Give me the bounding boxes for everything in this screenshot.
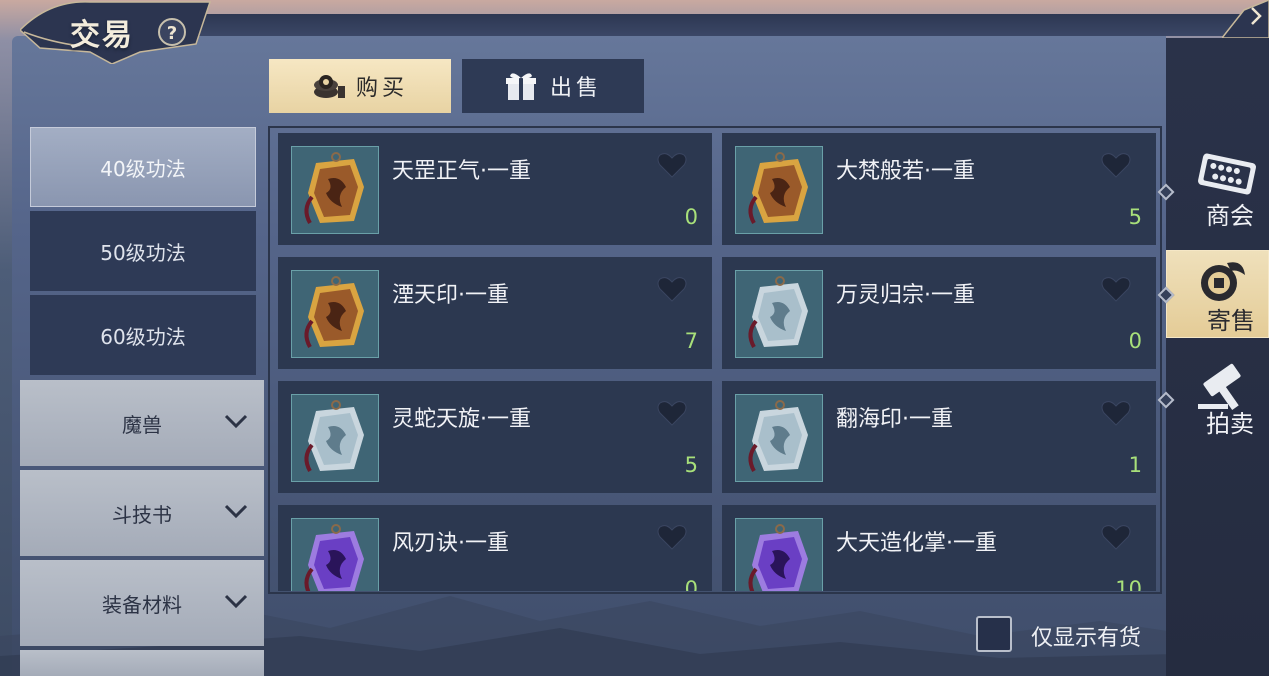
item-thumbnail <box>291 518 379 591</box>
heart-icon[interactable] <box>656 523 688 551</box>
item-card[interactable]: 万灵归宗·一重 0 <box>722 257 1156 369</box>
item-count: 1 <box>1128 453 1142 477</box>
item-card[interactable]: 大梵般若·一重 5 <box>722 133 1156 245</box>
header-bar <box>195 14 1245 36</box>
talisman-icon <box>736 271 822 357</box>
category-group-equipment-materials[interactable]: 装备材料 <box>20 560 264 646</box>
category-level-60[interactable]: 60级功法 <box>30 295 256 375</box>
sidebar-item-merchant-guild[interactable]: 商会 <box>1166 146 1269 234</box>
item-count: 0 <box>1128 329 1142 353</box>
item-thumbnail <box>735 518 823 591</box>
category-label: 40级功法 <box>100 156 186 181</box>
coins-icon <box>313 75 345 98</box>
category-group-partial[interactable] <box>20 650 264 676</box>
chevron-down-icon <box>224 594 248 609</box>
item-thumbnail <box>291 146 379 234</box>
heart-icon[interactable] <box>656 399 688 427</box>
category-group-monsters[interactable]: 魔兽 <box>20 380 264 466</box>
category-level-50[interactable]: 50级功法 <box>30 211 256 291</box>
heart-icon[interactable] <box>1100 399 1132 427</box>
item-name: 翻海印·一重 <box>836 407 953 432</box>
talisman-icon <box>736 147 822 233</box>
item-count: 10 <box>1115 577 1142 591</box>
item-name: 天罡正气·一重 <box>392 159 531 184</box>
heart-icon[interactable] <box>1100 151 1132 179</box>
item-card[interactable]: 风刃诀·一重 0 <box>278 505 712 591</box>
sidebar-item-label: 商会 <box>1206 202 1254 230</box>
item-count: 0 <box>684 205 698 229</box>
item-name: 湮天印·一重 <box>392 283 509 308</box>
in-stock-label[interactable]: 仅显示有货 <box>1031 620 1141 652</box>
chevron-down-icon <box>224 414 248 429</box>
tab-buy-label: 购买 <box>355 76 408 101</box>
talisman-icon <box>292 271 378 357</box>
talisman-icon <box>292 519 378 591</box>
tab-sell-label: 出售 <box>549 76 602 101</box>
sidebar-item-auction[interactable]: 拍卖 <box>1166 354 1269 442</box>
abacus-icon <box>1198 153 1256 195</box>
talisman-icon <box>736 519 822 591</box>
gift-box-icon <box>505 73 536 100</box>
heart-icon[interactable] <box>656 151 688 179</box>
tab-sell[interactable]: 出售 <box>462 59 644 113</box>
item-card[interactable]: 天罡正气·一重 0 <box>278 133 712 245</box>
item-thumbnail <box>735 146 823 234</box>
item-name: 风刃诀·一重 <box>392 531 509 556</box>
tab-buy[interactable]: 购买 <box>269 59 451 113</box>
in-stock-checkbox[interactable] <box>976 616 1012 652</box>
coin-icon <box>1201 262 1245 301</box>
item-thumbnail <box>291 270 379 358</box>
item-card[interactable]: 湮天印·一重 7 <box>278 257 712 369</box>
item-name: 大天造化掌·一重 <box>836 531 997 556</box>
item-count: 5 <box>684 453 698 477</box>
item-count: 5 <box>1128 205 1142 229</box>
talisman-icon <box>292 147 378 233</box>
chevron-down-icon <box>224 504 248 519</box>
heart-icon[interactable] <box>1100 523 1132 551</box>
sidebar-item-consignment[interactable]: 寄售 <box>1166 250 1269 338</box>
talisman-icon <box>292 395 378 481</box>
talisman-icon <box>736 395 822 481</box>
item-name: 万灵归宗·一重 <box>836 283 975 308</box>
heart-icon[interactable] <box>1100 275 1132 303</box>
item-thumbnail <box>291 394 379 482</box>
item-name: 大梵般若·一重 <box>836 159 975 184</box>
heart-icon[interactable] <box>656 275 688 303</box>
item-card[interactable]: 翻海印·一重 1 <box>722 381 1156 493</box>
sidebar-item-label: 拍卖 <box>1206 410 1254 438</box>
close-ornament-icon[interactable] <box>1222 0 1269 38</box>
item-thumbnail <box>735 394 823 482</box>
category-group-skill-books[interactable]: 斗技书 <box>20 470 264 556</box>
item-grid[interactable]: 天罡正气·一重 0 大梵般若·一重 5 湮天印·一重 7 万灵归宗·一重 0 灵蛇天旋·一重 5 翻… <box>268 126 1160 591</box>
category-level-40[interactable]: 40级功法 <box>30 127 256 207</box>
item-card[interactable]: 大天造化掌·一重 10 <box>722 505 1156 591</box>
item-card[interactable]: 灵蛇天旋·一重 5 <box>278 381 712 493</box>
item-thumbnail <box>735 270 823 358</box>
help-icon[interactable]: ? <box>158 18 186 46</box>
item-count: 7 <box>684 329 698 353</box>
item-name: 灵蛇天旋·一重 <box>392 407 531 432</box>
page-title: 交易 <box>70 18 134 53</box>
item-count: 0 <box>684 577 698 591</box>
category-label: 60级功法 <box>100 324 186 349</box>
category-label: 50级功法 <box>100 240 186 265</box>
sidebar-item-label: 寄售 <box>1207 307 1255 335</box>
